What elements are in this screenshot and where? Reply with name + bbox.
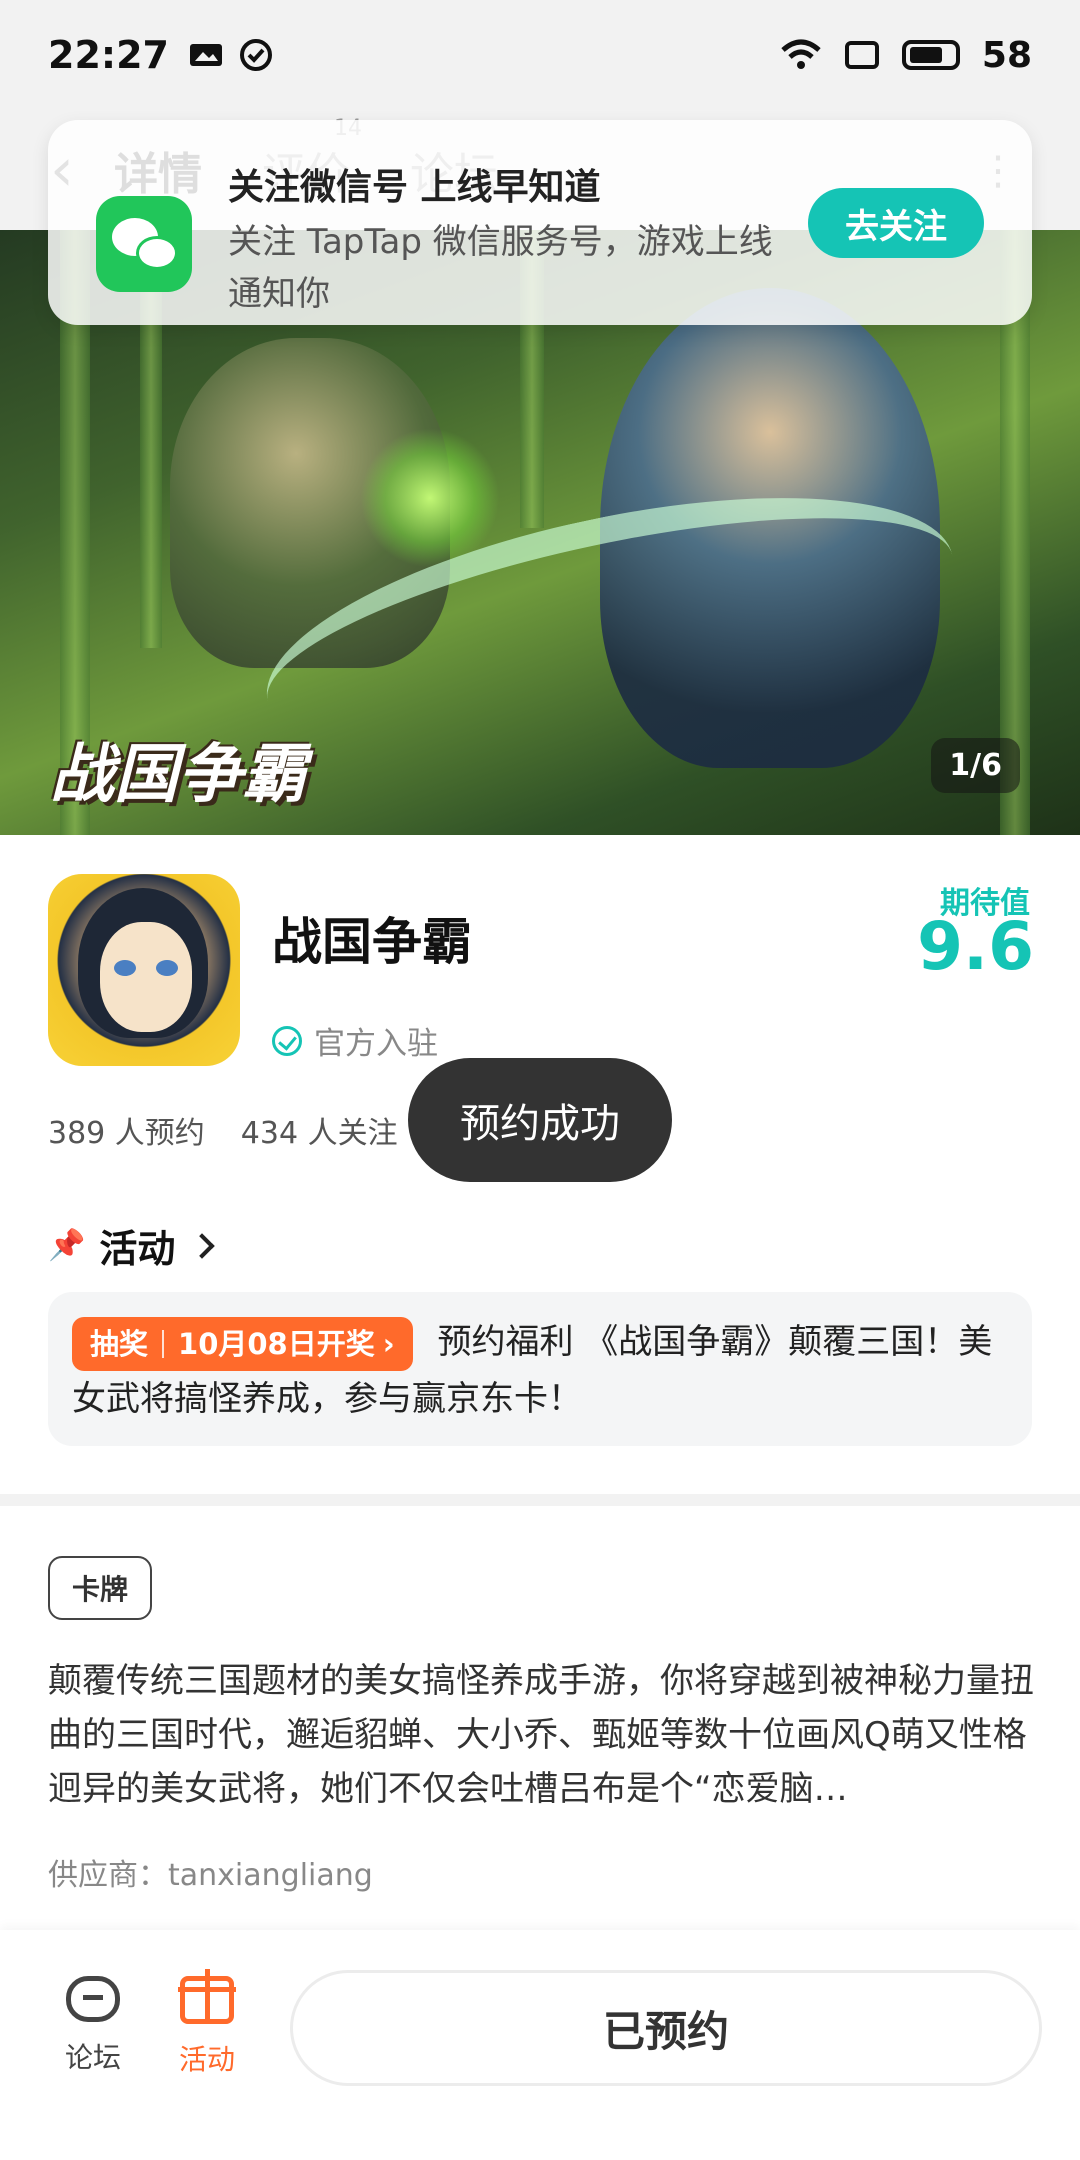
notice-text: 关注微信号 上线早知道 关注 TapTap 微信服务号，游戏上线通知你: [228, 160, 788, 325]
bottom-nav-activity[interactable]: 活动: [152, 1969, 262, 2078]
activity-card[interactable]: 抽奖 10月08日开奖 › 预约福利 《战国争霸》颠覆三国！美女武将搞怪养成，参与赢…: [48, 1292, 1032, 1446]
status-system-icons: 58: [780, 35, 1032, 76]
official-label: 官方入驻: [314, 1026, 438, 1062]
follow-count: 434 人关注: [240, 1116, 398, 1151]
battery-level: 58: [981, 34, 1032, 76]
image-counter: 1/6: [931, 738, 1020, 793]
chevron-right-icon: [189, 1232, 216, 1259]
activity-label: 活动: [178, 2043, 235, 2076]
image-notification-icon: [189, 44, 222, 66]
notice-body: 关注 TapTap 微信服务号，游戏上线通知你: [228, 222, 773, 314]
wechat-icon: [96, 196, 192, 292]
lottery-tag-label: 抽奖: [90, 1326, 149, 1361]
gift-icon: [178, 1969, 236, 2024]
reserved-button[interactable]: 已预约: [290, 1970, 1042, 2086]
expectation-score: 9.6: [917, 908, 1034, 985]
bottom-action-bar: 论坛 活动 已预约: [0, 1930, 1080, 2160]
activity-content: 抽奖 10月08日开奖 › 预约福利 《战国争霸》颠覆三国！美女武将搞怪养成，参与赢…: [72, 1314, 1008, 1427]
game-description[interactable]: 颠覆传统三国题材的美女搞怪养成手游，你将穿越到被神秘力量扭曲的三国时代，邂逅貂蝉…: [48, 1654, 1038, 1816]
screen-icon: [844, 41, 879, 69]
notice-title: 关注微信号 上线早知道: [228, 167, 601, 208]
supplier-info: 供应商：tanxiangliang: [48, 1858, 373, 1893]
lottery-tag[interactable]: 抽奖 10月08日开奖 ›: [72, 1316, 413, 1371]
reservation-count: 389 人预约: [48, 1116, 205, 1151]
hero-energy-spark: [360, 428, 500, 568]
status-time: 22:27: [48, 33, 169, 77]
pin-icon: 📌: [48, 1228, 86, 1263]
activity-section-title: 活动: [99, 1227, 176, 1271]
status-notification-icons: [189, 38, 273, 72]
lottery-date: 10月08日开奖: [178, 1326, 375, 1361]
game-stats: 389 人预约 434 人关注: [48, 1108, 398, 1152]
reservation-success-toast: 预约成功: [408, 1058, 672, 1182]
tag-separator: [162, 1329, 165, 1358]
section-divider: [0, 1494, 1080, 1506]
genre-tag[interactable]: 卡牌: [48, 1556, 153, 1620]
wechat-follow-notice: 关注微信号 上线早知道 关注 TapTap 微信服务号，游戏上线通知你 去关注: [48, 120, 1032, 325]
official-badge: 官方入驻: [272, 1018, 438, 1063]
activity-section-header[interactable]: 📌 活动: [48, 1218, 216, 1273]
check-circle-notification-icon: [239, 39, 272, 71]
bottom-nav-forum[interactable]: 论坛: [38, 1976, 148, 2076]
game-app-icon: [48, 874, 240, 1066]
verified-check-icon: [272, 1025, 302, 1056]
status-bar: 22:27 58: [0, 0, 1080, 110]
follow-button[interactable]: 去关注: [808, 188, 984, 258]
hero-game-logo: 战国争霸: [50, 737, 306, 812]
forum-chat-icon: [66, 1976, 120, 2022]
forum-label: 论坛: [64, 2041, 121, 2074]
battery-icon: [901, 40, 960, 70]
chevron-right-icon: ›: [382, 1326, 395, 1361]
game-title: 战国争霸: [272, 913, 472, 971]
wifi-icon: [781, 39, 821, 69]
